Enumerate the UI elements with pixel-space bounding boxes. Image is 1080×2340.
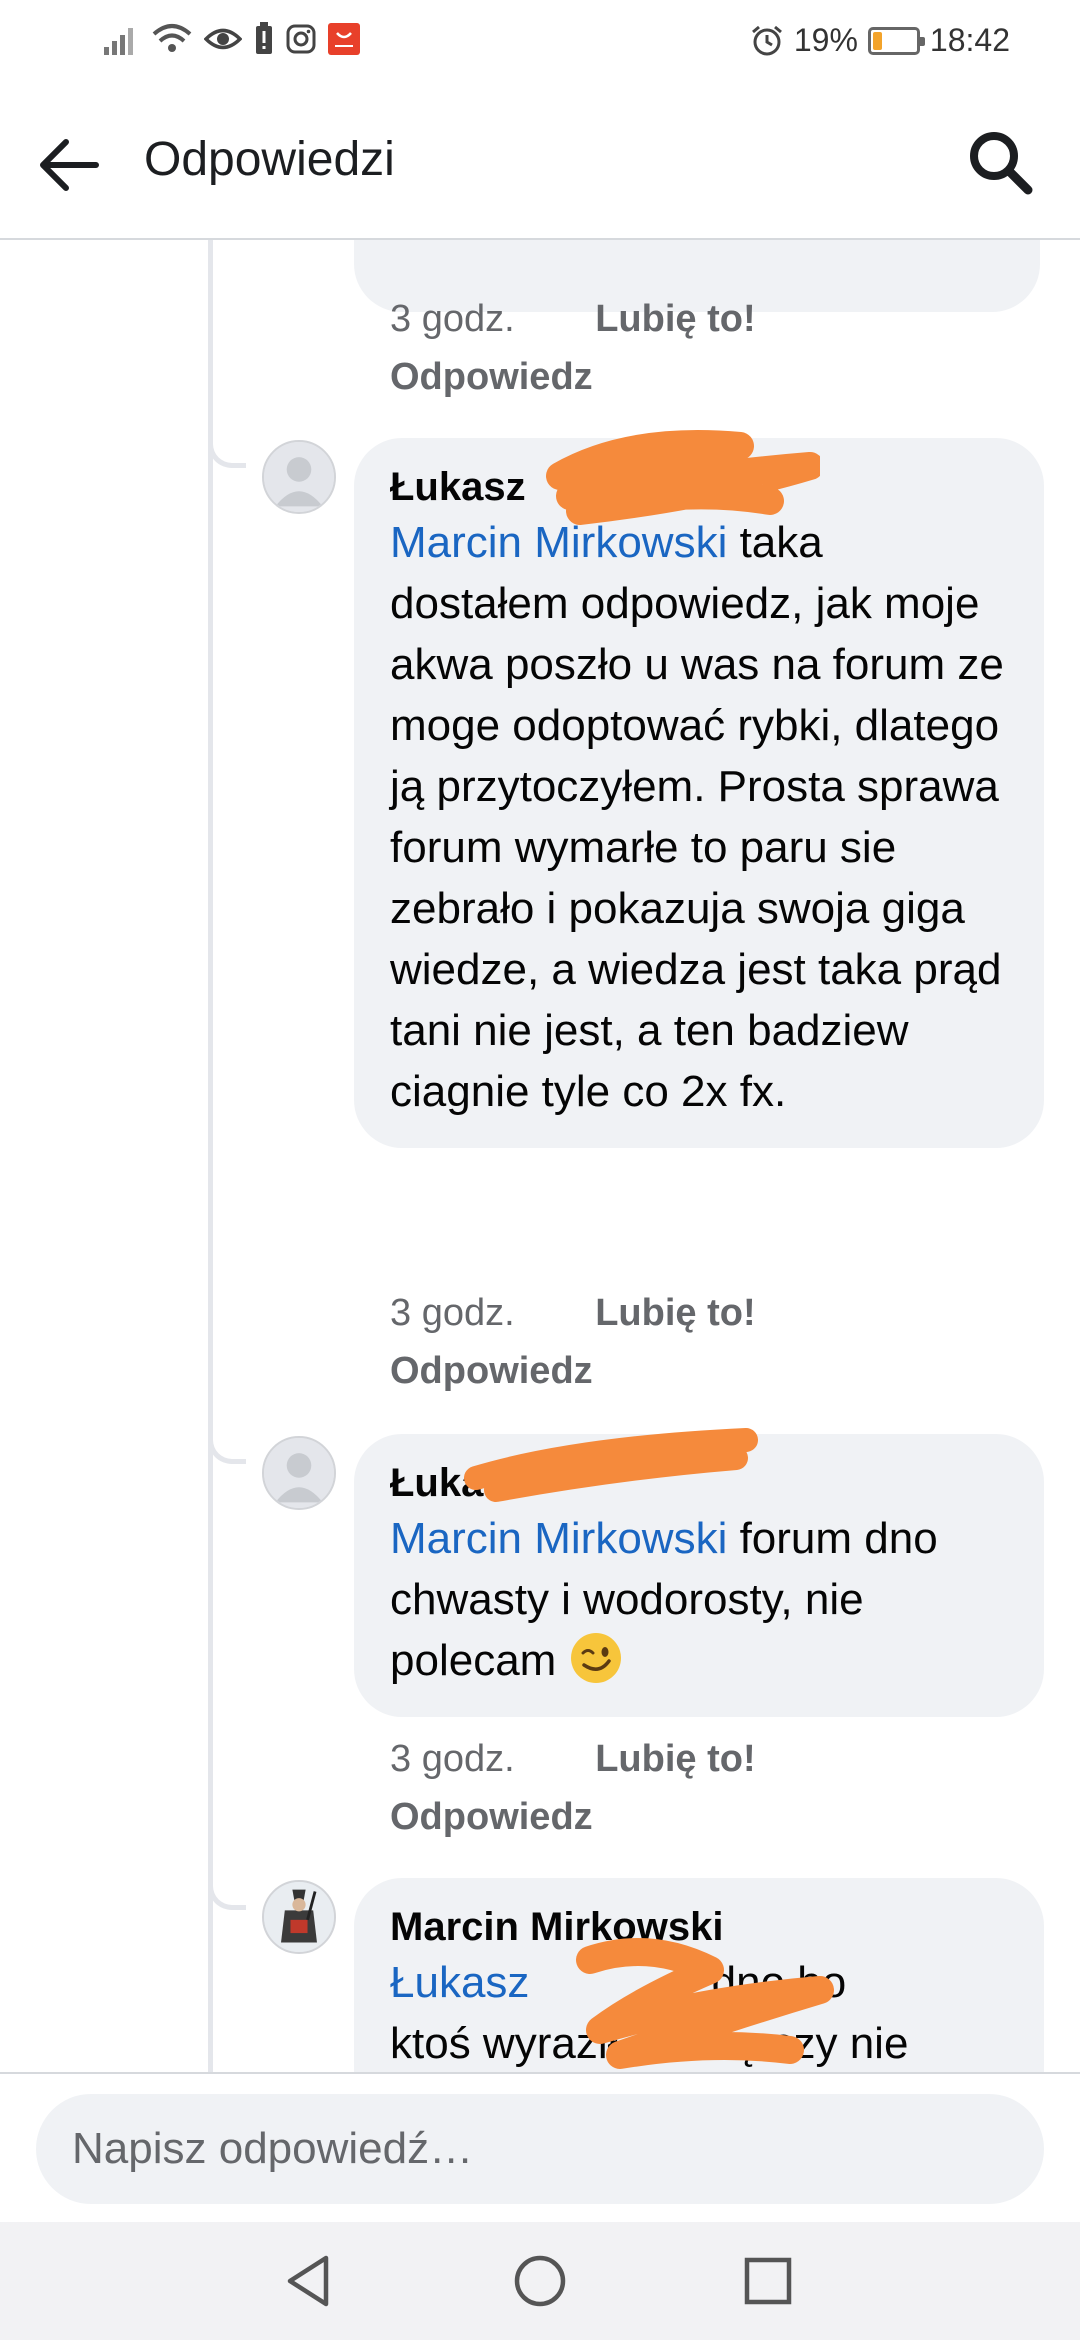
comment-author[interactable]: Łukasz	[390, 1458, 1008, 1508]
signal-icon	[104, 28, 133, 55]
avatar[interactable]	[262, 1880, 336, 1954]
clock: 18:42	[929, 22, 1010, 58]
back-arrow-icon[interactable]	[34, 130, 104, 200]
system-nav-bar	[0, 2222, 1080, 2340]
comment-time: 3 godz.	[390, 298, 515, 340]
comment-time: 3 godz.	[390, 1738, 515, 1780]
mention-link[interactable]: Łukasz	[390, 1958, 529, 2007]
like-button[interactable]: Lubię to!	[595, 1292, 755, 1334]
comment-body-line2: ktoś wyraził obawę czy nie	[390, 2019, 909, 2068]
like-button[interactable]: Lubię to!	[595, 298, 755, 340]
user-photo-icon	[264, 1882, 334, 1952]
default-avatar-icon	[264, 442, 334, 512]
comment-bubble[interactable]: Marcin Mirkowski Łukasz dno bo ktoś wyra…	[354, 1878, 1044, 2072]
eye-icon	[204, 28, 242, 50]
comment-time: 3 godz.	[390, 1292, 515, 1334]
instagram-icon	[286, 24, 316, 54]
like-button[interactable]: Lubię to!	[595, 1738, 755, 1780]
comment-meta: 3 godz. Lubię to! Odpowiedz	[390, 1730, 756, 1846]
alarm-icon	[751, 25, 782, 55]
thread-connector	[208, 1436, 246, 1464]
mention-link[interactable]: Marcin Mirkowski	[390, 1514, 727, 1563]
nav-recents-icon[interactable]	[735, 2248, 801, 2314]
reply-button[interactable]: Odpowiedz	[390, 348, 756, 406]
nav-back-icon[interactable]	[276, 2248, 342, 2314]
default-avatar-icon	[264, 1438, 334, 1508]
wifi-icon	[152, 24, 192, 52]
thread-connector	[208, 440, 246, 468]
comment-bubble[interactable]: Łukasz Marcin Mirkowski taka dostałem od…	[354, 438, 1044, 1148]
status-left-icons	[104, 22, 360, 56]
comment-meta: 3 godz. Lubię to! Odpowiedz	[390, 290, 756, 406]
comment-text: Marcin Mirkowski forum dno chwasty i wod…	[390, 1508, 1008, 1691]
reply-button[interactable]: Odpowiedz	[390, 1788, 756, 1846]
comment-author[interactable]: Marcin Mirkowski	[390, 1902, 1008, 1952]
comment-text: Łukasz dno bo ktoś wyraził obawę czy nie	[390, 1952, 1008, 2072]
page-title: Odpowiedzi	[144, 133, 395, 186]
thread-connector	[208, 1882, 246, 1910]
battery-percent: 19%	[793, 22, 858, 58]
thread-line	[208, 240, 213, 2072]
comment-body: taka dostałem odpowiedz, jak moje akwa p…	[390, 518, 1004, 1116]
battery-icon	[867, 26, 925, 55]
comment-text: Marcin Mirkowski taka dostałem odpowiedz…	[390, 512, 1008, 1122]
nav-home-icon[interactable]	[507, 2248, 573, 2314]
reply-button[interactable]: Odpowiedz	[390, 1342, 756, 1400]
avatar[interactable]	[262, 1436, 336, 1510]
battery-alert-icon	[256, 22, 272, 54]
compose-area	[0, 2072, 1080, 2222]
status-bar: 19% 18:42	[0, 0, 1080, 84]
search-icon[interactable]	[964, 126, 1036, 198]
comment-body-line1: dno bo	[711, 1958, 847, 2007]
avatar[interactable]	[262, 440, 336, 514]
winking-face-icon	[570, 1633, 621, 1683]
aliexpress-icon	[328, 23, 360, 55]
replies-thread[interactable]: 3 godz. Lubię to! Odpowiedz Łukasz Marci…	[0, 240, 1080, 2072]
app-bar: Odpowiedzi	[0, 84, 1080, 240]
comment-bubble[interactable]: Łukasz Marcin Mirkowski forum dno chwast…	[354, 1434, 1044, 1717]
mention-link[interactable]: Marcin Mirkowski	[390, 518, 727, 567]
comment-author[interactable]: Łukasz	[390, 462, 1008, 512]
reply-input[interactable]	[36, 2094, 1044, 2204]
status-right: 19% 18:42	[750, 22, 1010, 59]
comment-meta: 3 godz. Lubię to! Odpowiedz	[390, 1284, 756, 1400]
